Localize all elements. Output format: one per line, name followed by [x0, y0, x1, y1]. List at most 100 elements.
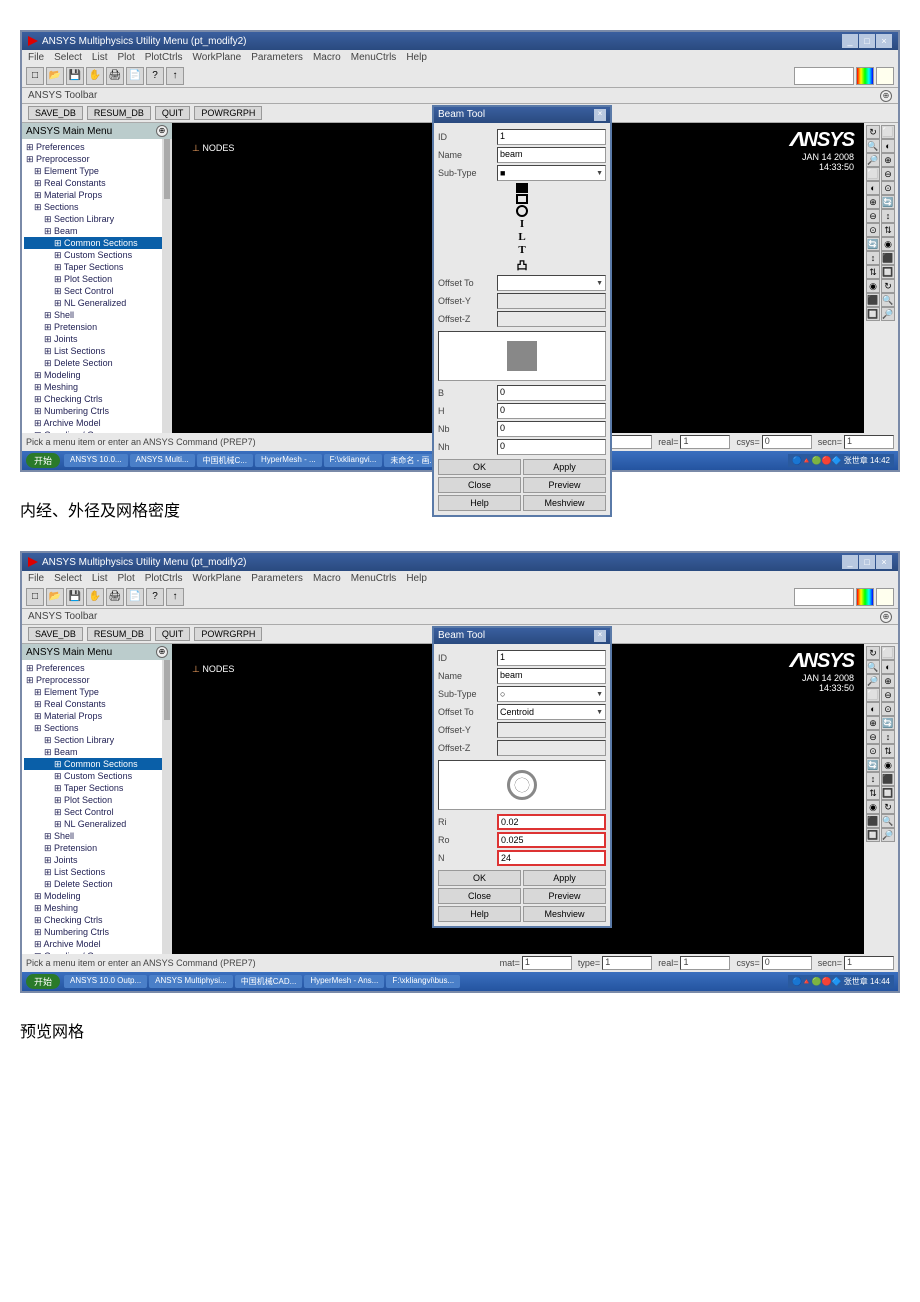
tree-item[interactable]: ⊞ Common Sections — [24, 237, 170, 249]
shape-l-icon[interactable]: L — [518, 231, 525, 243]
view-tool-icon[interactable]: ⊖ — [881, 167, 895, 181]
print-icon[interactable]: 🖨 — [106, 67, 124, 85]
view-tool-icon[interactable]: ⇅ — [881, 744, 895, 758]
print-icon[interactable]: 🖨 — [106, 588, 124, 606]
tree-item[interactable]: ⊞ Numbering Ctrls — [24, 926, 170, 938]
view-tool-icon[interactable]: ⊙ — [881, 181, 895, 195]
view-tool-icon[interactable]: 🔄 — [881, 195, 895, 209]
tree-item[interactable]: ⊞ Sect Control — [24, 285, 170, 297]
menu-help[interactable]: Help — [406, 573, 427, 584]
raise-icon[interactable]: ↑ — [166, 67, 184, 85]
tree-item[interactable]: ⊞ Modeling — [24, 369, 170, 381]
view-tool-icon[interactable]: ◐ — [881, 139, 895, 153]
taskbar-item[interactable]: F:\xkliangvi\bus... — [386, 975, 460, 988]
tree-item[interactable]: ⊞ Plot Section — [24, 273, 170, 285]
tree-item[interactable]: ⊞ NL Generalized — [24, 818, 170, 830]
taskbar-item[interactable]: F:\xkliangvi... — [324, 454, 383, 467]
view-tool-icon[interactable]: ⊖ — [881, 688, 895, 702]
tree-item[interactable]: ⊞ Delete Section — [24, 357, 170, 369]
shape-rect-hollow-icon[interactable] — [516, 194, 528, 204]
dialog-close-button[interactable]: × — [594, 109, 606, 121]
ri-input[interactable]: 0.02 — [497, 814, 606, 830]
view-tool-icon[interactable]: 🔎 — [866, 153, 880, 167]
menu-file[interactable]: File — [28, 52, 44, 63]
meshview-button[interactable]: Meshview — [523, 906, 606, 922]
subtype-select[interactable]: ○▼ — [497, 686, 606, 702]
view-tool-icon[interactable]: ◉ — [881, 237, 895, 251]
view-tool-icon[interactable]: ↕ — [866, 772, 880, 786]
menu-macro[interactable]: Macro — [313, 52, 341, 63]
view-tool-icon[interactable]: 🔍 — [866, 139, 880, 153]
tree-item[interactable]: ⊞ Custom Sections — [24, 249, 170, 261]
tree-item[interactable]: ⊞ Element Type — [24, 686, 170, 698]
nb-input[interactable]: 0 — [497, 421, 606, 437]
view-tool-icon[interactable]: ⬛ — [881, 772, 895, 786]
view-tool-icon[interactable]: ⬜ — [866, 688, 880, 702]
tree-item[interactable]: ⊞ Preprocessor — [24, 153, 170, 165]
tree-item[interactable]: ⊞ Pretension — [24, 321, 170, 333]
offset-select[interactable]: ▼ — [497, 275, 606, 291]
tree-item[interactable]: ⊞ Sections — [24, 722, 170, 734]
view-tool-icon[interactable]: 🔎 — [866, 674, 880, 688]
tree-item[interactable]: ⊞ Preferences — [24, 662, 170, 674]
meshview-button[interactable]: Meshview — [523, 495, 606, 511]
shape-circle-icon[interactable] — [516, 205, 528, 217]
tree-item[interactable]: ⊞ NL Generalized — [24, 297, 170, 309]
shape-i-icon[interactable]: I — [520, 218, 524, 230]
tree-item[interactable]: ⊞ Common Sections — [24, 758, 170, 770]
view-tool-icon[interactable]: 🔍 — [881, 293, 895, 307]
offset-select[interactable]: Centroid▼ — [497, 704, 606, 720]
save-icon[interactable]: 💾 — [66, 67, 84, 85]
taskbar-item[interactable]: HyperMesh - ... — [255, 454, 322, 467]
help-icon[interactable]: ? — [146, 67, 164, 85]
view-tool-icon[interactable]: ◉ — [881, 758, 895, 772]
tree-item[interactable]: ⊞ Taper Sections — [24, 782, 170, 794]
quick-save_db[interactable]: SAVE_DB — [28, 627, 83, 641]
ok-button[interactable]: OK — [438, 459, 521, 475]
tree-item[interactable]: ⊞ Modeling — [24, 890, 170, 902]
open-icon[interactable]: 📂 — [46, 588, 64, 606]
menu-menuctrls[interactable]: MenuCtrls — [351, 573, 397, 584]
view-tool-icon[interactable]: 🔍 — [866, 660, 880, 674]
view-tool-icon[interactable]: ↻ — [881, 279, 895, 293]
save-icon[interactable]: 💾 — [66, 588, 84, 606]
tree-item[interactable]: ⊞ Element Type — [24, 165, 170, 177]
quick-quit[interactable]: QUIT — [155, 627, 191, 641]
view-tool-icon[interactable]: 🔲 — [866, 307, 880, 321]
tree-item[interactable]: ⊞ Sections — [24, 201, 170, 213]
apply-button[interactable]: Apply — [523, 870, 606, 886]
menu-plotctrls[interactable]: PlotCtrls — [145, 573, 183, 584]
tree-item[interactable]: ⊞ Meshing — [24, 902, 170, 914]
n-input[interactable]: 24 — [497, 850, 606, 866]
view-tool-icon[interactable]: ⊕ — [881, 674, 895, 688]
tree-item[interactable]: ⊞ Delete Section — [24, 878, 170, 890]
tree-item[interactable]: ⊞ Coupling / Ceqn — [24, 429, 170, 433]
menu-workplane[interactable]: WorkPlane — [193, 573, 242, 584]
view-tool-icon[interactable]: ◐ — [866, 181, 880, 195]
menu-parameters[interactable]: Parameters — [251, 573, 303, 584]
tree-item[interactable]: ⊞ Joints — [24, 854, 170, 866]
new-icon[interactable]: □ — [26, 588, 44, 606]
b-input[interactable]: 0 — [497, 385, 606, 401]
report-icon[interactable]: 📄 — [126, 588, 144, 606]
view-tool-icon[interactable]: ↻ — [881, 800, 895, 814]
tree-item[interactable]: ⊞ List Sections — [24, 345, 170, 357]
view-tool-icon[interactable]: ⊙ — [866, 223, 880, 237]
ro-input[interactable]: 0.025 — [497, 832, 606, 848]
taskbar-item[interactable]: ANSYS 10.0 Outp... — [64, 975, 147, 988]
help-icon[interactable]: ? — [146, 588, 164, 606]
view-tool-icon[interactable]: ↕ — [866, 251, 880, 265]
view-tool-icon[interactable]: 🔎 — [881, 828, 895, 842]
tree-item[interactable]: ⊞ Preferences — [24, 141, 170, 153]
pan-icon[interactable]: ✋ — [86, 588, 104, 606]
shape-hat-icon[interactable]: 凸 — [517, 257, 528, 273]
menu-workplane[interactable]: WorkPlane — [193, 52, 242, 63]
close-button[interactable]: Close — [438, 888, 521, 904]
menu-select[interactable]: Select — [54, 573, 82, 584]
view-tool-icon[interactable]: ↻ — [866, 646, 880, 660]
taskbar-item[interactable]: ANSYS Multi... — [130, 454, 195, 467]
view-tool-icon[interactable]: ↻ — [866, 125, 880, 139]
view-tool-icon[interactable]: 🔎 — [881, 307, 895, 321]
shape-rect-solid-icon[interactable] — [516, 183, 528, 193]
tree-item[interactable]: ⊞ Section Library — [24, 734, 170, 746]
